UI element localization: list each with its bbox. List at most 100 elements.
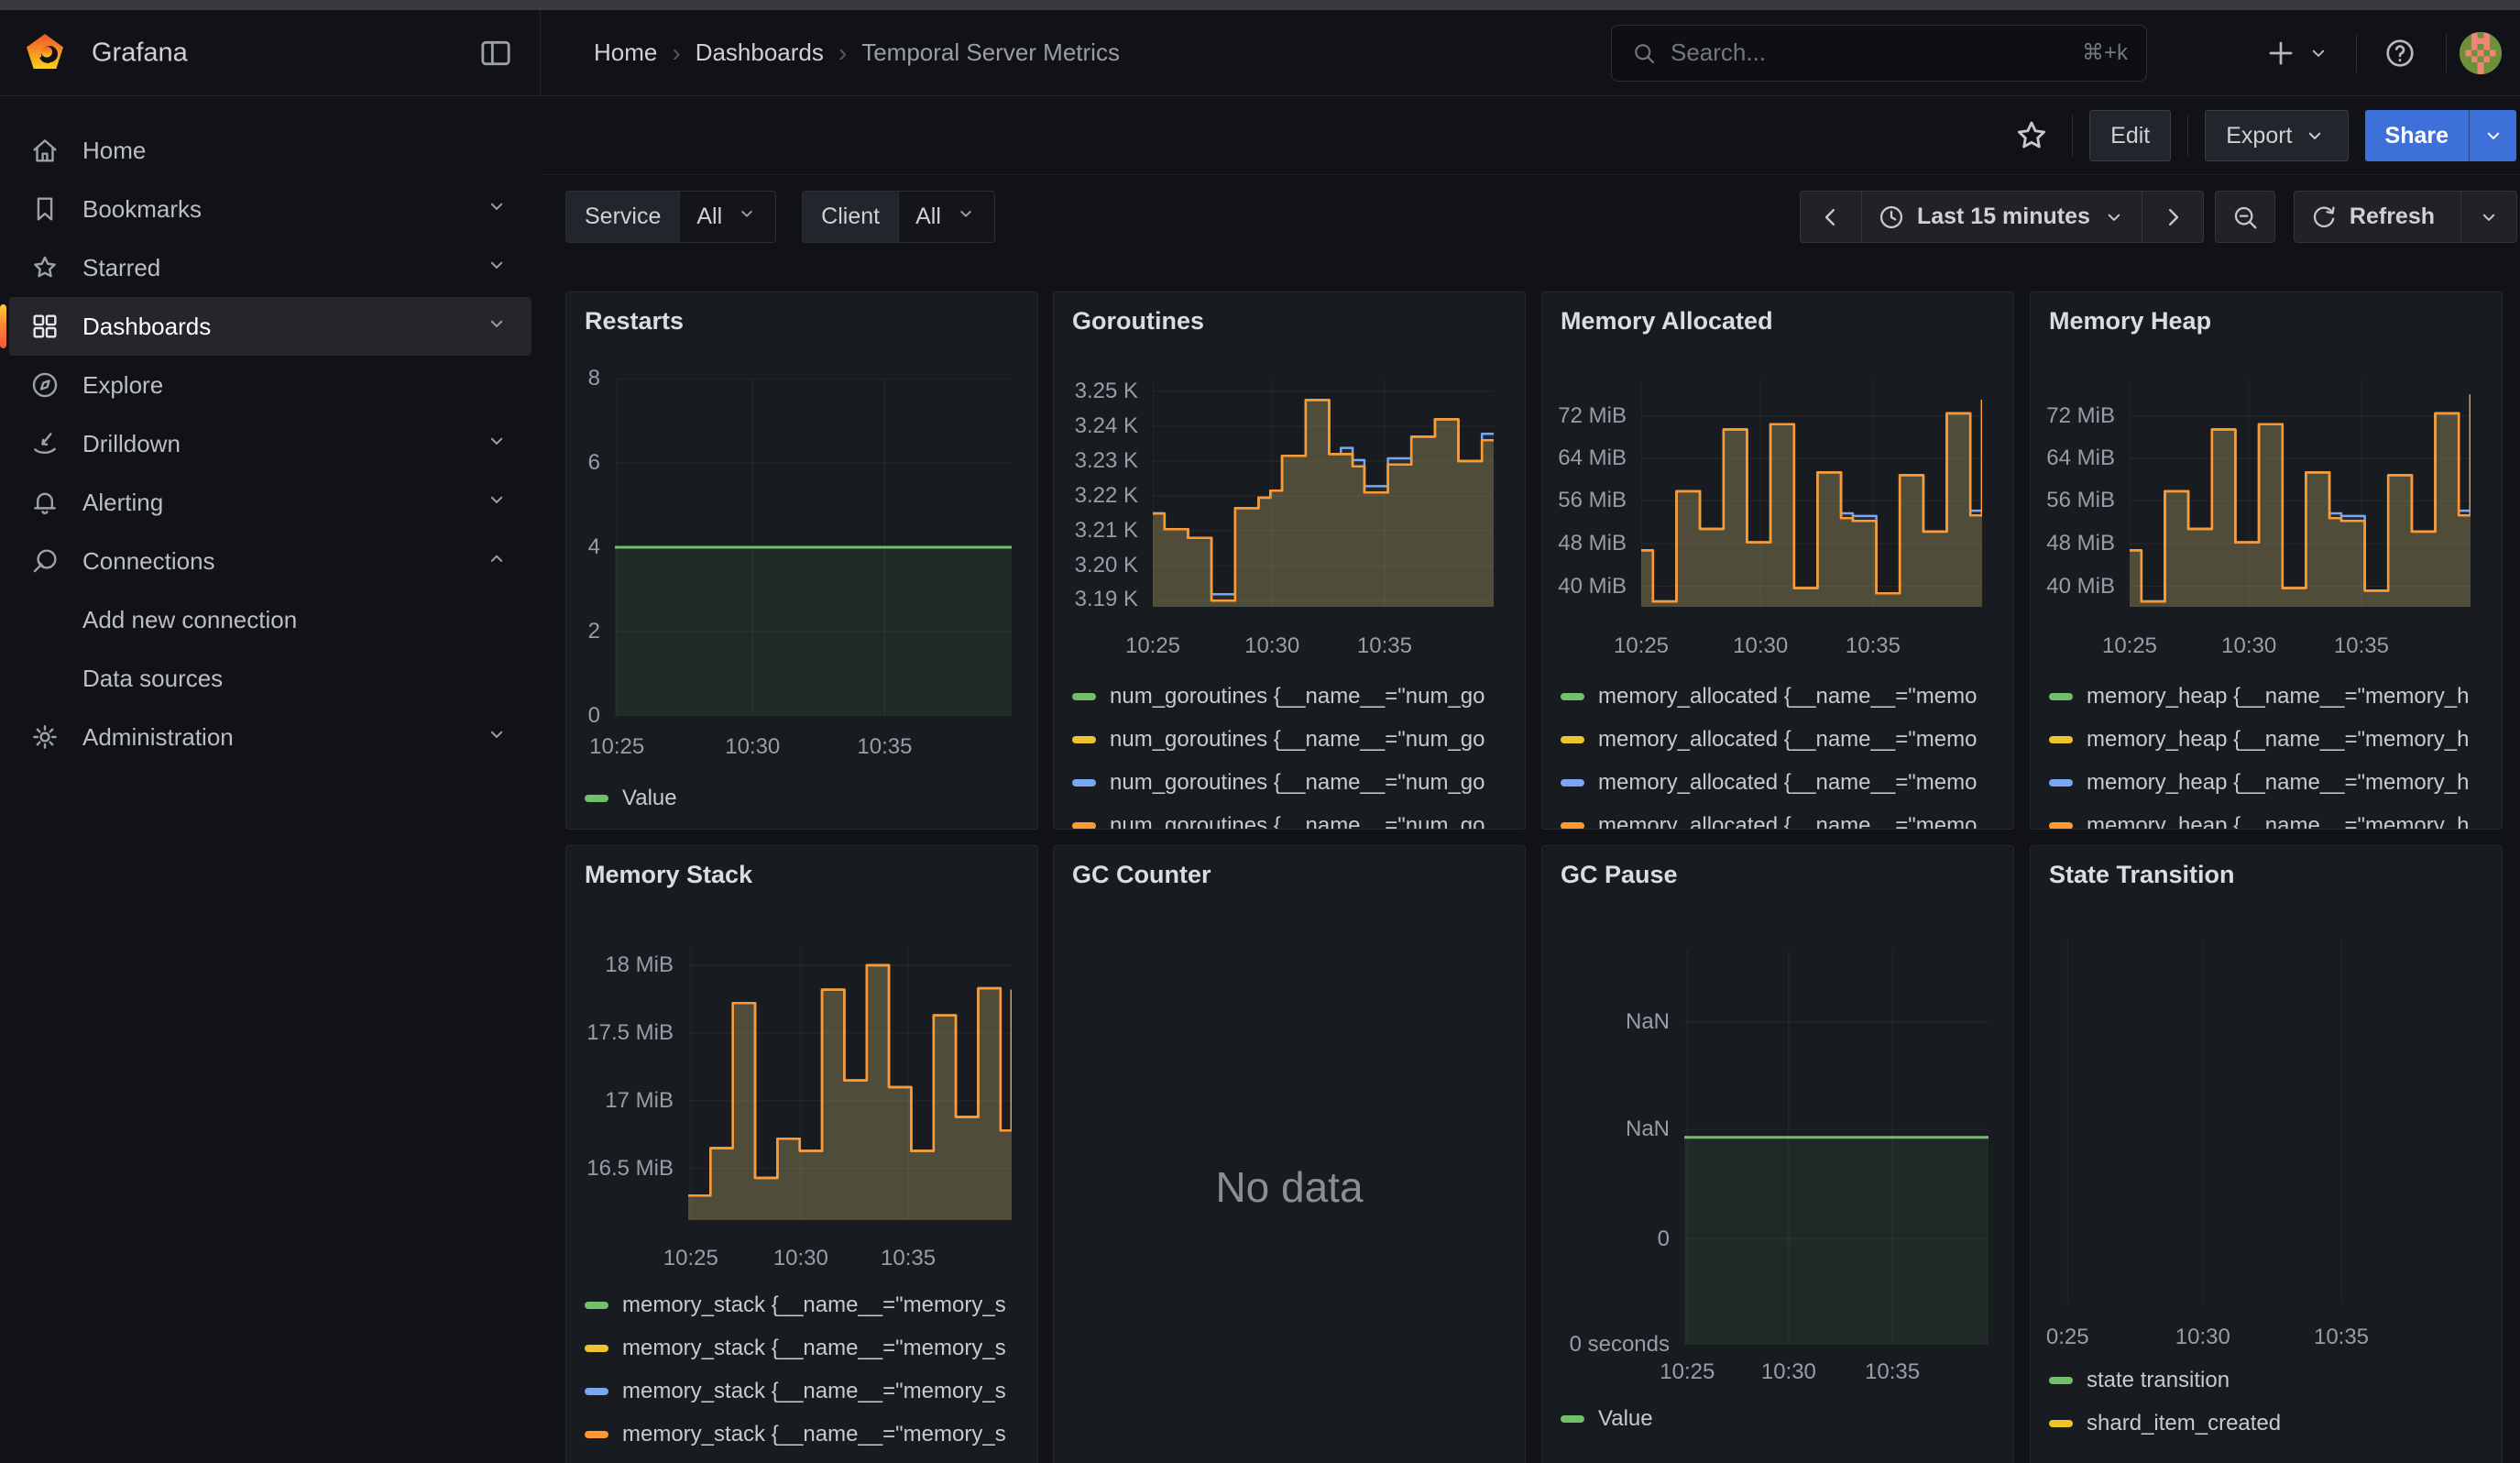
chevron-down-icon[interactable] [484, 193, 509, 226]
legend-item[interactable]: memory_heap {__name__="memory_h [2049, 681, 2496, 712]
chevron-down-icon[interactable] [484, 428, 509, 460]
legend-series-marker [585, 1388, 608, 1395]
zoom-out-time-button[interactable] [2216, 192, 2274, 242]
chevron-down-icon[interactable] [484, 721, 509, 754]
add-new-chevron-icon[interactable] [2306, 40, 2331, 66]
x-axis-label: 10:30 [725, 734, 780, 760]
legend-item[interactable]: num_goroutines {__name__="num_go [1072, 724, 1519, 755]
sidebar-item-drilldown[interactable]: Drilldown [9, 414, 531, 473]
variable-value-dropdown[interactable]: All [898, 192, 994, 242]
breadcrumb-home[interactable]: Home [594, 38, 657, 67]
edit-button[interactable]: Edit [2089, 110, 2171, 161]
legend-item[interactable]: shard_item_created [2049, 1408, 2496, 1439]
breadcrumb-current-dashboard: Temporal Server Metrics [861, 38, 1120, 67]
sidebar-item-administration[interactable]: Administration [9, 708, 531, 766]
time-shift-forward-button[interactable] [2142, 192, 2203, 242]
legend-item[interactable]: memory_allocated {__name__="memo [1561, 767, 2008, 798]
chevron-down-icon[interactable] [484, 487, 509, 519]
state-transition-chart[interactable] [2031, 938, 2503, 1304]
legend-item[interactable]: memory_stack {__name__="memory_s [585, 1290, 1032, 1321]
panel-state-transition: State Transition0:2510:3010:35state tran… [2030, 845, 2503, 1463]
sidebar-item-bookmarks[interactable]: Bookmarks [9, 180, 531, 238]
legend-item[interactable]: memory_allocated {__name__="memo [1561, 724, 2008, 755]
sidebar-collapse-icon[interactable] [477, 35, 514, 72]
x-axis-label: 10:25 [1614, 633, 1669, 659]
sidebar-item-label: Bookmarks [82, 195, 484, 224]
memory-heap-chart[interactable] [2130, 380, 2471, 607]
y-axis-label: 3.25 K [1075, 379, 1138, 404]
y-axis-label: 72 MiB [1558, 403, 1627, 429]
memory-allocated-chart[interactable] [1641, 380, 1982, 607]
panel-title[interactable]: Memory Allocated [1561, 307, 1773, 336]
legend-item[interactable]: num_goroutines {__name__="num_go [1072, 681, 1519, 712]
breadcrumb-dashboards[interactable]: Dashboards [696, 38, 824, 67]
chevron-down-icon[interactable] [484, 252, 509, 284]
refresh-button[interactable]: Refresh [2295, 192, 2460, 242]
time-shift-back-button[interactable] [1801, 192, 1861, 242]
sidebar-item-connections[interactable]: Connections [9, 532, 531, 590]
sidebar-item-starred[interactable]: Starred [9, 238, 531, 297]
chevron-up-icon[interactable] [484, 545, 509, 578]
top-nav-bar: Grafana Home › Dashboards › Temporal Ser… [0, 10, 2520, 96]
legend-series-marker [1561, 693, 1584, 700]
search-input[interactable]: Search... ⌘+k [1611, 25, 2147, 82]
sidebar-item-explore[interactable]: Explore [9, 356, 531, 414]
x-axis-label: 10:35 [1865, 1359, 1920, 1385]
legend-series-marker [1561, 736, 1584, 743]
favorite-star-icon[interactable] [2008, 117, 2055, 154]
legend-series-marker [1072, 736, 1096, 743]
gc-pause-chart[interactable] [1684, 950, 1989, 1345]
legend-item[interactable]: memory_stack {__name__="memory_s [585, 1333, 1032, 1364]
goroutines-chart[interactable] [1153, 380, 1494, 607]
legend-series-marker [1561, 1415, 1584, 1423]
add-new-icon[interactable] [2263, 36, 2298, 71]
legend-item[interactable]: memory_heap {__name__="memory_h [2049, 724, 2496, 755]
help-icon[interactable] [2383, 36, 2417, 71]
sidebar-item-home[interactable]: Home [9, 121, 531, 180]
sidebar-item-add-new-connection[interactable]: Add new connection [9, 590, 531, 649]
y-axis-label: 48 MiB [2046, 531, 2115, 556]
sidebar-item-alerting[interactable]: Alerting [9, 473, 531, 532]
legend-series-label: memory_heap {__name__="memory_h [2087, 684, 2469, 710]
share-chevron-icon[interactable] [2469, 110, 2516, 161]
share-button[interactable]: Share [2365, 110, 2469, 161]
panel-title[interactable]: GC Counter [1072, 861, 1211, 889]
legend-item[interactable]: memory_heap {__name__="memory_h [2049, 767, 2496, 798]
panel-title[interactable]: Restarts [585, 307, 684, 336]
y-axis-label: 40 MiB [1558, 574, 1627, 600]
legend-item[interactable]: memory_allocated {__name__="memo [1561, 810, 2008, 830]
refresh-interval-chevron-icon[interactable] [2460, 192, 2516, 242]
panel-title[interactable]: GC Pause [1561, 861, 1678, 889]
y-axis-label: 56 MiB [2046, 488, 2115, 513]
legend-item[interactable]: memory_stack {__name__="memory_s [585, 1419, 1032, 1450]
legend-series-marker [585, 1302, 608, 1309]
variable-value-dropdown[interactable]: All [679, 192, 775, 242]
panel-title[interactable]: Memory Stack [585, 861, 752, 889]
legend-item[interactable]: Value [1561, 1403, 2008, 1435]
x-axis-label: 10:35 [2334, 633, 2389, 659]
sidebar-item-data-sources[interactable]: Data sources [9, 649, 531, 708]
export-button[interactable]: Export [2205, 110, 2348, 161]
restarts-chart[interactable] [615, 379, 1012, 716]
panel-title[interactable]: Memory Heap [2049, 307, 2211, 336]
legend-item[interactable]: memory_stack {__name__="memory_s [585, 1376, 1032, 1407]
legend-item[interactable]: num_goroutines {__name__="num_go [1072, 810, 1519, 830]
memory-stack-chart[interactable] [688, 947, 1012, 1220]
avatar[interactable] [2460, 32, 2502, 74]
legend-item[interactable]: memory_allocated {__name__="memo [1561, 681, 2008, 712]
chevron-down-icon[interactable] [484, 311, 509, 343]
y-axis-label: 48 MiB [1558, 531, 1627, 556]
y-axis-label: 8 [588, 366, 600, 391]
brand-name: Grafana [92, 38, 188, 68]
sidebar-item-dashboards[interactable]: Dashboards [9, 297, 531, 356]
legend-series-marker [2049, 1377, 2073, 1384]
panel-title[interactable]: Goroutines [1072, 307, 1204, 336]
legend-item[interactable]: state transition [2049, 1365, 2496, 1396]
legend-item[interactable]: memory_heap {__name__="memory_h [2049, 810, 2496, 830]
grafana-logo-icon[interactable] [24, 32, 66, 74]
legend-item[interactable]: num_goroutines {__name__="num_go [1072, 767, 1519, 798]
legend-item[interactable]: Value [585, 783, 1032, 814]
time-range-picker[interactable]: Last 15 minutes [1861, 192, 2142, 242]
sidebar-item-label: Home [82, 137, 509, 165]
panel-title[interactable]: State Transition [2049, 861, 2235, 889]
